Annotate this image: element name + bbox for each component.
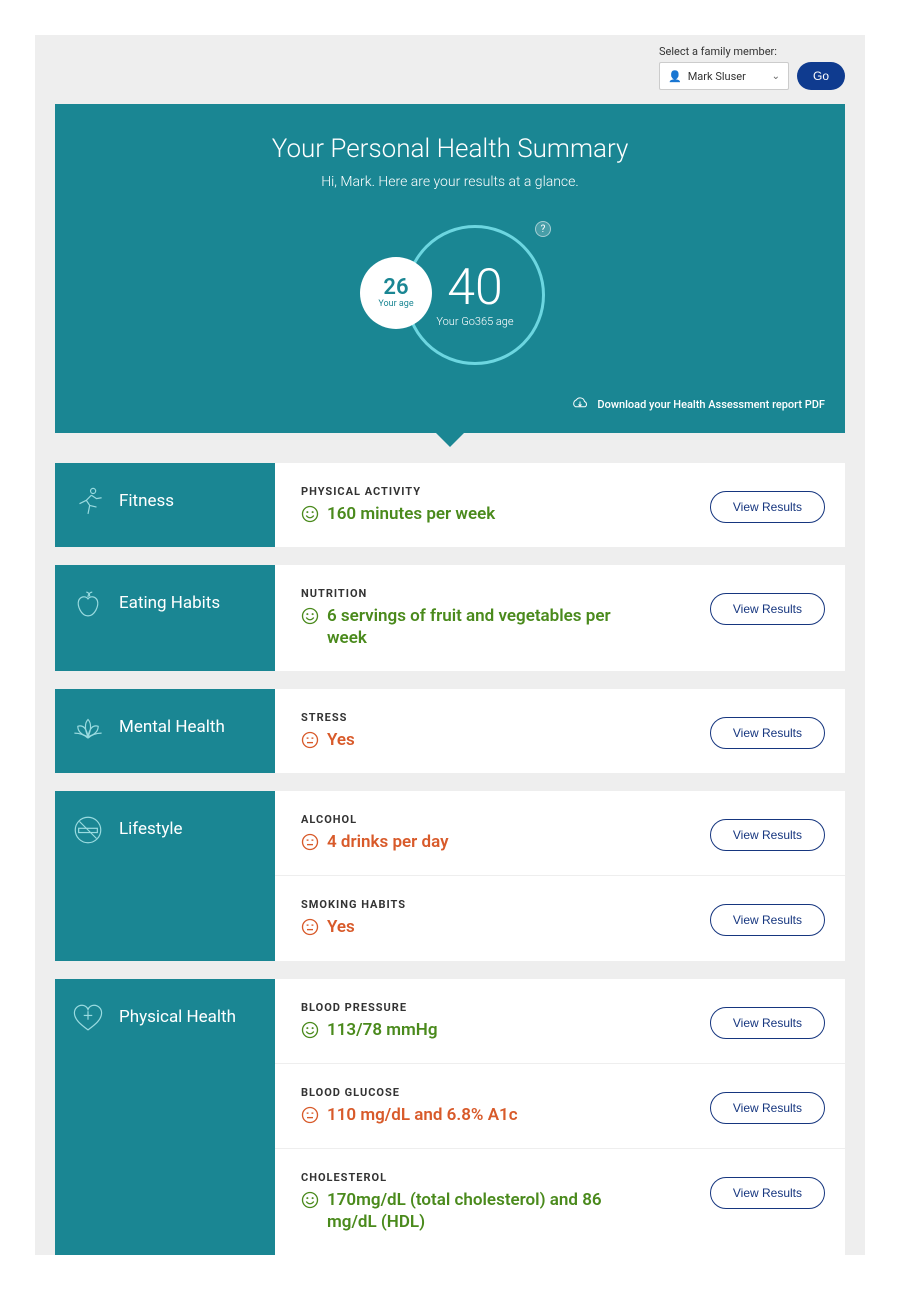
category-label: Eating Habits bbox=[119, 587, 220, 613]
neutral-face-icon bbox=[301, 1106, 319, 1124]
go365-age-label: Your Go365 age bbox=[436, 315, 513, 328]
metric-row: BLOOD GLUCOSE 110 mg/dL and 6.8% A1c View … bbox=[275, 1064, 845, 1149]
runner-icon bbox=[71, 485, 105, 519]
metric-row: CHOLESTEROL 170mg/dL (total cholesterol) … bbox=[275, 1149, 845, 1255]
category-sidebar: Physical Health bbox=[55, 979, 275, 1255]
view-results-button[interactable]: View Results bbox=[710, 1177, 825, 1209]
section: Lifestyle ALCOHOL 4 drinks per day View Res… bbox=[55, 791, 845, 960]
apple-icon bbox=[71, 587, 105, 621]
sections-list: Fitness PHYSICAL ACTIVITY 160 minutes per … bbox=[55, 463, 845, 1255]
metrics-list: ALCOHOL4 drinks per dayView ResultsSMOKI… bbox=[275, 791, 845, 960]
category-label: Lifestyle bbox=[119, 813, 183, 839]
category-label: Physical Health bbox=[119, 1001, 236, 1027]
metric-value: 113/78 mmHg bbox=[327, 1019, 438, 1041]
nosmoking-icon bbox=[71, 813, 105, 847]
download-report-link[interactable]: Download your Health Assessment report P… bbox=[597, 398, 825, 411]
category-sidebar: Lifestyle bbox=[55, 791, 275, 960]
section: Fitness PHYSICAL ACTIVITY 160 minutes per … bbox=[55, 463, 845, 547]
your-age-value: 26 bbox=[383, 277, 408, 299]
metrics-list: PHYSICAL ACTIVITY 160 minutes per week Vie… bbox=[275, 463, 845, 547]
metric-title: NUTRITION bbox=[301, 587, 696, 600]
section: Physical Health BLOOD PRESSURE 113/78 mmHg… bbox=[55, 979, 845, 1255]
hero-panel: Your Personal Health Summary Hi, Mark. H… bbox=[55, 104, 845, 433]
category-sidebar: Eating Habits bbox=[55, 565, 275, 671]
view-results-button[interactable]: View Results bbox=[710, 1007, 825, 1039]
metric-row: NUTRITION 6 servings of fruit and vegetab… bbox=[275, 565, 845, 671]
category-label: Fitness bbox=[119, 485, 174, 511]
age-comparison: 40 Your Go365 age 26 Your age ? bbox=[350, 215, 550, 375]
view-results-button[interactable]: View Results bbox=[710, 717, 825, 749]
metric-row: ALCOHOL 4 drinks per day View Results bbox=[275, 791, 845, 876]
metrics-list: BLOOD PRESSURE113/78 mmHgView ResultsBLO… bbox=[275, 979, 845, 1255]
neutral-face-icon bbox=[301, 833, 319, 851]
metric-value: 6 servings of fruit and vegetables per w… bbox=[327, 605, 617, 649]
your-age-ring: 26 Your age bbox=[360, 257, 432, 329]
category-label: Mental Health bbox=[119, 711, 225, 737]
metric-value: 110 mg/dL and 6.8% A1c bbox=[327, 1104, 518, 1126]
category-sidebar: Mental Health bbox=[55, 689, 275, 773]
cloud-download-icon bbox=[571, 396, 589, 413]
metric-title: STRESS bbox=[301, 711, 696, 724]
metric-title: ALCOHOL bbox=[301, 813, 696, 826]
smile-face-icon bbox=[301, 607, 319, 625]
metric-title: CHOLESTEROL bbox=[301, 1171, 696, 1184]
smile-face-icon bbox=[301, 1191, 319, 1209]
go-button[interactable]: Go bbox=[797, 62, 845, 90]
neutral-face-icon bbox=[301, 918, 319, 936]
page-title: Your Personal Health Summary bbox=[75, 134, 825, 164]
metrics-list: NUTRITION 6 servings of fruit and vegetab… bbox=[275, 565, 845, 671]
help-icon[interactable]: ? bbox=[535, 221, 551, 237]
metric-row: SMOKING HABITS Yes View Results bbox=[275, 876, 845, 960]
go365-age-value: 40 bbox=[447, 263, 502, 313]
hero-pointer-icon bbox=[434, 431, 466, 447]
metric-title: SMOKING HABITS bbox=[301, 898, 696, 911]
person-icon: 👤 bbox=[668, 70, 682, 83]
view-results-button[interactable]: View Results bbox=[710, 1092, 825, 1124]
heartplus-icon bbox=[71, 1001, 105, 1035]
metric-row: STRESS Yes View Results bbox=[275, 689, 845, 773]
lotus-icon bbox=[71, 711, 105, 745]
metric-value: 170mg/dL (total cholesterol) and 86 mg/d… bbox=[327, 1189, 617, 1233]
metric-value: 4 drinks per day bbox=[327, 831, 449, 853]
section: Eating Habits NUTRITION 6 servings of frui… bbox=[55, 565, 845, 671]
chevron-down-icon: ⌄ bbox=[772, 71, 780, 82]
smile-face-icon bbox=[301, 1021, 319, 1039]
metric-value: Yes bbox=[327, 729, 355, 751]
smile-face-icon bbox=[301, 505, 319, 523]
section: Mental Health STRESS Yes View Results bbox=[55, 689, 845, 773]
view-results-button[interactable]: View Results bbox=[710, 819, 825, 851]
family-member-select[interactable]: 👤 Mark Sluser ⌄ bbox=[659, 62, 789, 90]
metric-title: PHYSICAL ACTIVITY bbox=[301, 485, 696, 498]
metric-title: BLOOD GLUCOSE bbox=[301, 1086, 696, 1099]
view-results-button[interactable]: View Results bbox=[710, 904, 825, 936]
metric-row: PHYSICAL ACTIVITY 160 minutes per week Vie… bbox=[275, 463, 845, 547]
family-member-bar: Select a family member: 👤 Mark Sluser ⌄ … bbox=[35, 35, 865, 104]
view-results-button[interactable]: View Results bbox=[710, 491, 825, 523]
family-select-value: Mark Sluser bbox=[688, 70, 746, 83]
your-age-label: Your age bbox=[378, 299, 413, 309]
view-results-button[interactable]: View Results bbox=[710, 593, 825, 625]
metric-row: BLOOD PRESSURE 113/78 mmHg View Results bbox=[275, 979, 845, 1064]
metric-value: 160 minutes per week bbox=[327, 503, 495, 525]
page-subtitle: Hi, Mark. Here are your results at a gla… bbox=[75, 174, 825, 190]
family-select-label: Select a family member: bbox=[659, 45, 777, 58]
neutral-face-icon bbox=[301, 731, 319, 749]
metrics-list: STRESS Yes View Results bbox=[275, 689, 845, 773]
metric-value: Yes bbox=[327, 916, 355, 938]
category-sidebar: Fitness bbox=[55, 463, 275, 547]
metric-title: BLOOD PRESSURE bbox=[301, 1001, 696, 1014]
